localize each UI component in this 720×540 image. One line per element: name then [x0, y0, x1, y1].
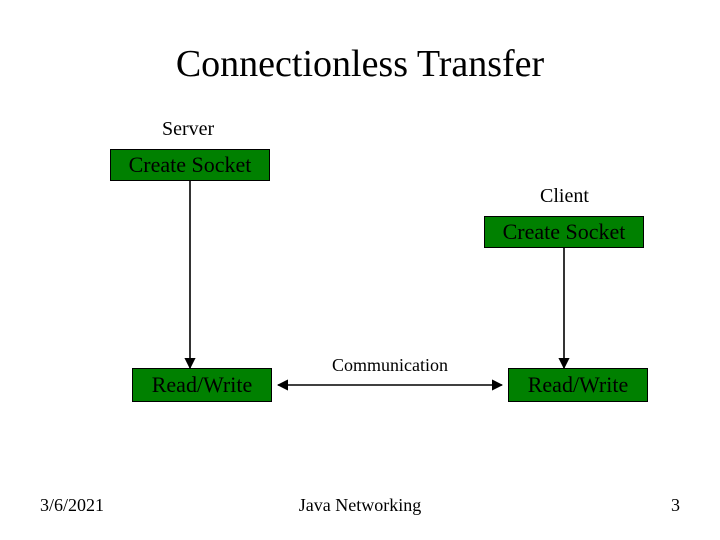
server-read-write-text: Read/Write — [152, 372, 253, 398]
footer-page-number: 3 — [671, 495, 680, 516]
slide: Connectionless Transfer Server Create So… — [0, 0, 720, 540]
client-create-socket-box: Create Socket — [484, 216, 644, 248]
communication-label: Communication — [320, 355, 460, 376]
client-create-socket-text: Create Socket — [503, 219, 626, 245]
server-create-socket-box: Create Socket — [110, 149, 270, 181]
server-create-socket-text: Create Socket — [129, 152, 252, 178]
server-read-write-box: Read/Write — [132, 368, 272, 402]
slide-title: Connectionless Transfer — [0, 42, 720, 86]
footer-title: Java Networking — [0, 495, 720, 516]
client-heading: Client — [540, 185, 589, 208]
client-read-write-box: Read/Write — [508, 368, 648, 402]
server-heading: Server — [162, 118, 214, 141]
client-read-write-text: Read/Write — [528, 372, 629, 398]
